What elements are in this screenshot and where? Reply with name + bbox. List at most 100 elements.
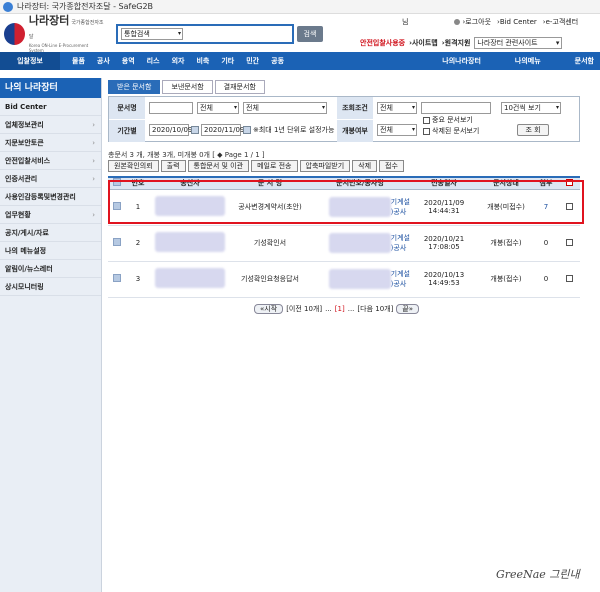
sidebar-item[interactable]: 공지/게시/자료 xyxy=(0,224,101,242)
date-from-input[interactable]: 2020/10/09 xyxy=(149,124,192,136)
sidebar-title: 나의 나라장터 xyxy=(0,78,101,98)
calendar-icon[interactable] xyxy=(243,124,251,136)
sidebar-item[interactable]: 인증서관리 › xyxy=(0,170,101,188)
select-all-checkbox xyxy=(565,178,573,186)
main-content: 받은 문서함 보낸문서함 결재문서함 문서명 전체 ▾ 전체 ▾ 조회조건 전체 ▾ … xyxy=(108,80,580,320)
nav-item-goods[interactable]: 물품 xyxy=(72,56,85,66)
mail-send-button[interactable]: 메일로 전송 xyxy=(251,160,298,172)
chevron-down-icon: ▾ xyxy=(411,104,415,111)
delete-button[interactable]: 삭제 xyxy=(352,160,378,172)
print-button[interactable]: 출력 xyxy=(160,160,186,172)
nav-item-private[interactable]: 민간 xyxy=(246,56,259,66)
docbox-tabs: 받은 문서함 보낸문서함 결재문서함 xyxy=(108,80,265,94)
header-attach: 첨부 xyxy=(534,176,558,190)
pager-current[interactable]: [1] xyxy=(335,305,345,313)
chevron-right-icon: › xyxy=(92,139,95,147)
open-select[interactable]: 전체 ▾ xyxy=(377,124,417,136)
doc-name-input[interactable] xyxy=(149,102,193,114)
cond-select[interactable]: 전체 ▾ xyxy=(377,102,417,114)
sender-redacted xyxy=(150,225,230,262)
search-button[interactable]: 검색 xyxy=(297,26,323,42)
doc-title-link[interactable]: 기성확인요청응답서 xyxy=(230,261,310,298)
date-to-input[interactable]: 2020/11/09 xyxy=(201,124,244,136)
document-icon xyxy=(113,178,121,187)
search-submit-button[interactable]: 조 회 xyxy=(517,124,549,136)
sidebar-item[interactable]: 지문보안토큰 › xyxy=(0,134,101,152)
chevron-right-icon: › xyxy=(92,121,95,129)
nav-item-stockpile[interactable]: 비축 xyxy=(196,56,209,66)
pager-prev[interactable]: [이전 10개] xyxy=(286,304,322,314)
document-table: 번호 송신자 문 서 명 문서번호/공사명 전송일자 문서상태 첨부 1 공사변… xyxy=(108,176,580,298)
sidebar-item[interactable]: 안전입찰서비스 › xyxy=(0,152,101,170)
sender-redacted xyxy=(150,261,230,298)
doc-kind-select[interactable]: 전체 ▾ xyxy=(243,102,327,114)
nav-my-menu[interactable]: 나의메뉴 xyxy=(515,56,541,66)
sidebar-item[interactable]: 사용인감등록및변경관리 xyxy=(0,188,101,206)
header-date: 전송일자 xyxy=(410,176,478,190)
tab-sent[interactable]: 보낸문서함 xyxy=(162,80,213,94)
doc-title-link[interactable]: 기성확인서 xyxy=(230,225,310,262)
search-scope-select[interactable]: 통합검색 ▾ xyxy=(121,28,183,40)
chevron-right-icon: › xyxy=(92,175,95,183)
doc-name-label: 문서명 xyxy=(109,97,145,119)
calendar-icon[interactable] xyxy=(191,124,199,136)
row-checkbox[interactable] xyxy=(565,238,573,246)
tab-received[interactable]: 받은 문서함 xyxy=(108,80,161,94)
row-checkbox[interactable] xyxy=(565,274,573,282)
receive-button[interactable]: 접수 xyxy=(379,160,404,172)
page-size-select[interactable]: 10건씩 보기 ▾ xyxy=(501,102,561,114)
merge-transfer-button[interactable]: 통합문서 및 이관 xyxy=(187,160,250,172)
bid-center-link[interactable]: ›Bid Center xyxy=(497,18,537,26)
remote-support-link[interactable]: ›원격지원 xyxy=(442,38,471,48)
header-select-all[interactable] xyxy=(558,176,580,190)
open-label: 개봉여부 xyxy=(337,120,373,142)
sidebar-item[interactable]: Bid Center xyxy=(0,98,101,116)
pager-next[interactable]: [다음 10개] xyxy=(357,304,393,314)
nav-item-construction[interactable]: 공사 xyxy=(97,56,110,66)
row-checkbox[interactable] xyxy=(565,202,573,210)
site-logo[interactable]: 나라장터 국가종합전자조달 Korea ON-Line E-Procurement… xyxy=(4,15,104,53)
sidebar-item[interactable]: 업무현황 › xyxy=(0,206,101,224)
result-summary: 총문서 3 개, 개봉 3개, 미개봉 0개 [ ◆ Page 1 / 1 ] xyxy=(108,151,265,159)
zip-download-button[interactable]: 압축파일받기 xyxy=(299,160,351,172)
doc-type-select[interactable]: 전체 ▾ xyxy=(197,102,239,114)
user-suffix: 님 xyxy=(402,18,409,26)
doc-title-link[interactable]: 공사변경계약서(초안) xyxy=(230,189,310,226)
search-box[interactable]: 통합검색 ▾ xyxy=(116,24,294,44)
sidebar-item[interactable]: 업체정보관리 › xyxy=(0,116,101,134)
related-sites-select[interactable]: 나라장터 관련사이트 ▾ xyxy=(474,37,563,49)
period-label: 기간별 xyxy=(109,120,145,142)
verify-original-button[interactable]: 원본확인의뢰 xyxy=(108,160,159,172)
logout-link[interactable]: ›로그아웃 xyxy=(454,17,491,27)
top-links: 님 ›로그아웃 ›Bid Center ›e-고객센터 xyxy=(402,16,598,28)
cond-input[interactable] xyxy=(421,102,491,114)
customer-center-link[interactable]: ›e-고객센터 xyxy=(543,17,578,27)
sidebar-item[interactable]: 상시모니터링 xyxy=(0,278,101,296)
attachment-count[interactable]: 7 xyxy=(534,189,558,226)
period-note: ※최대 1년 단위로 설정가능 xyxy=(253,126,335,134)
nav-item-etc[interactable]: 기타 xyxy=(221,56,234,66)
table-row[interactable]: 1 공사변경계약서(초안) 기계설 )공사 2020/11/09 14:44:3… xyxy=(108,189,580,226)
chevron-down-icon: ▾ xyxy=(555,39,560,47)
pager-first[interactable]: «시작 xyxy=(254,304,284,314)
table-row[interactable]: 2 기성확인서 기계설 )공사 2020/10/21 17:08:05 개봉(접… xyxy=(108,225,580,262)
nav-item-service[interactable]: 용역 xyxy=(122,56,135,66)
pager-last[interactable]: 끝» xyxy=(396,304,420,314)
nav-item-foreign[interactable]: 외자 xyxy=(172,56,185,66)
deleted-docs-checkbox[interactable]: 삭제된 문서보기 xyxy=(423,125,479,137)
nav-item-joint[interactable]: 공동 xyxy=(271,56,284,66)
nav-item-lease[interactable]: 리스 xyxy=(147,56,160,66)
nav-my-narajangteo[interactable]: 나의나라장터 xyxy=(442,56,481,66)
sidebar-item[interactable]: 알림이/뉴스레터 xyxy=(0,260,101,278)
tab-approval[interactable]: 결재문서함 xyxy=(214,80,265,94)
pagination: «시작 [이전 10개] ... [1] ... [다음 10개] 끝» xyxy=(254,304,420,314)
chevron-right-icon: › xyxy=(92,157,95,165)
table-row[interactable]: 3 기성확인요청응답서 기계설 )공사 2020/10/13 14:49:53 … xyxy=(108,261,580,298)
nav-docbox[interactable]: 문서함 xyxy=(575,56,594,66)
sitemap-link[interactable]: ›사이트맵 xyxy=(409,38,438,48)
document-icon xyxy=(113,238,121,246)
sidebar-item[interactable]: 나의 메뉴설정 xyxy=(0,242,101,260)
header-icon-col xyxy=(108,176,126,190)
nav-bid-info[interactable]: 입찰정보 xyxy=(0,52,60,70)
header-no: 번호 xyxy=(126,176,150,190)
